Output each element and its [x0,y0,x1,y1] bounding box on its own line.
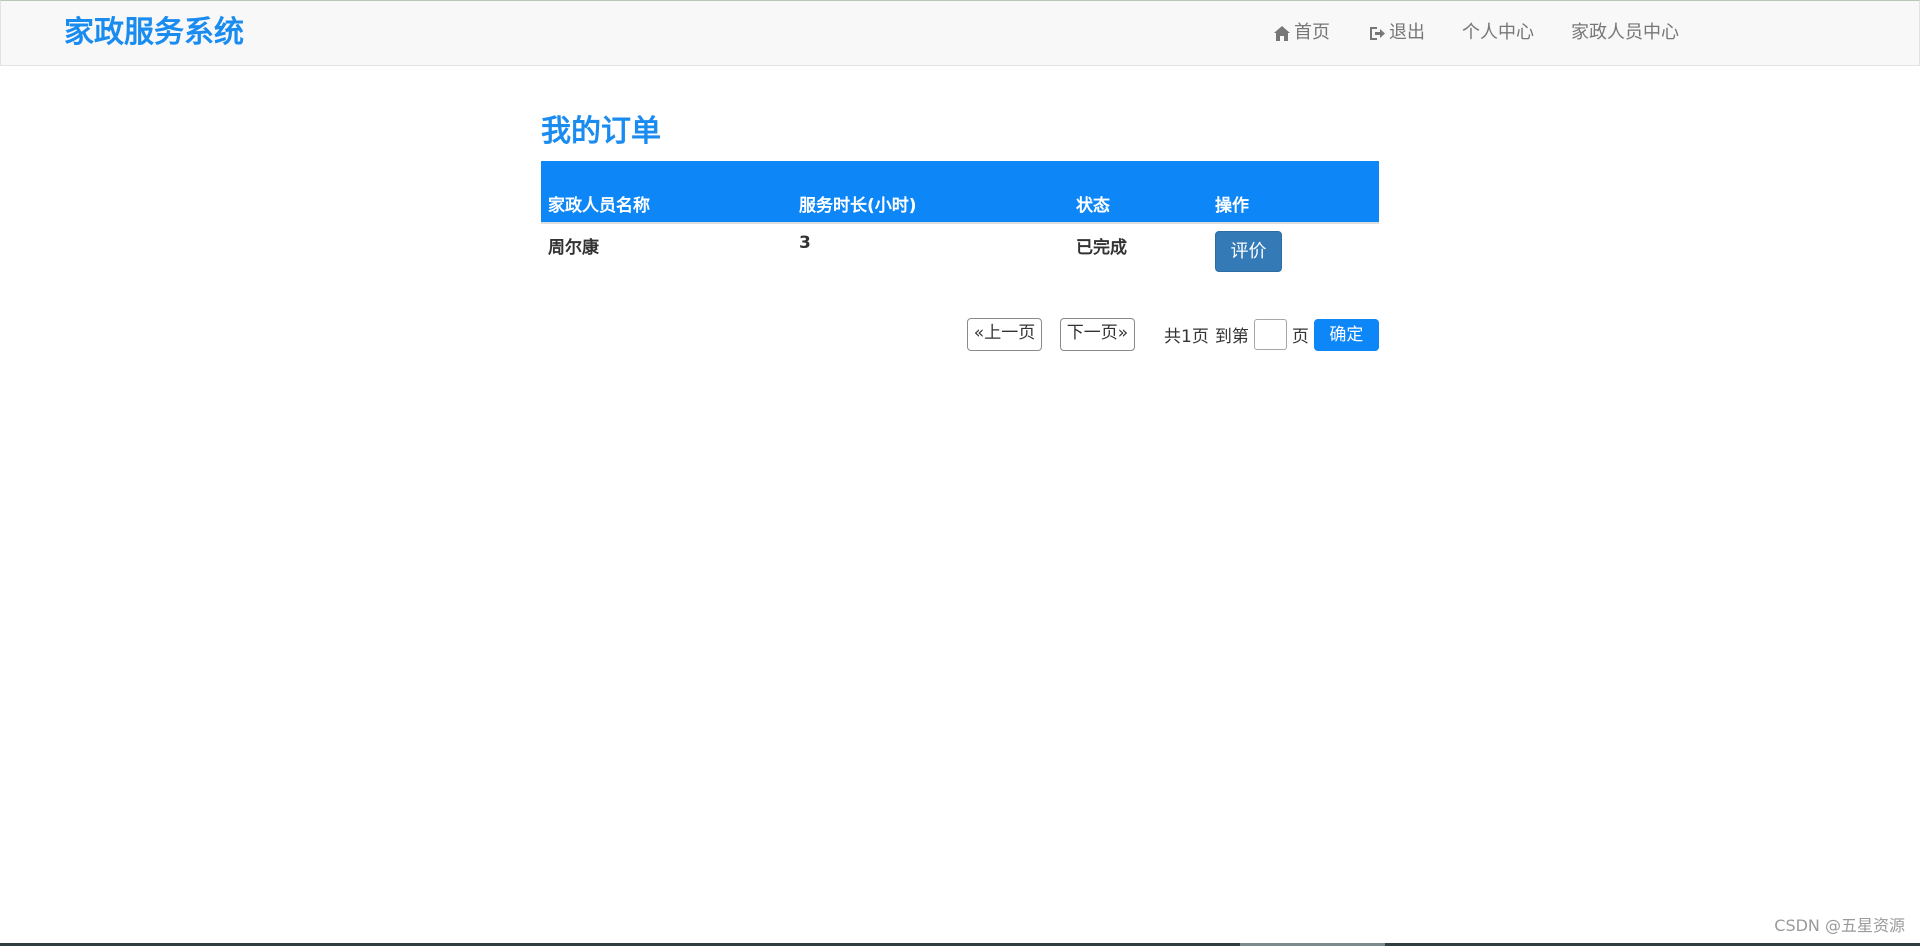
next-page-button[interactable]: 下一页» [1060,318,1135,351]
nav-staff-center-label: 家政人员中心 [1571,22,1679,43]
cell-action: 评价 [1208,223,1379,285]
sign-out-icon [1367,23,1387,43]
table-row: 周尔康 3 已完成 评价 [541,223,1379,285]
nav-home[interactable]: 首页 [1272,21,1330,45]
nav-logout-label: 退出 [1389,22,1425,43]
nav-home-label: 首页 [1294,22,1330,43]
cell-staff-name: 周尔康 [548,238,599,258]
column-header-status: 状态 [1069,161,1208,224]
table-header: 家政人员名称 服务时长(小时) 状态 操作 [541,161,1379,224]
orders-table: 家政人员名称 服务时长(小时) 状态 操作 周尔康 3 已完成 评价 [541,161,1379,285]
page-title: 我的订单 [541,114,661,149]
column-header-action: 操作 [1208,161,1379,224]
top-navbar: 家政服务系统 首页 退出 个人中心 家政人员中心 [0,0,1920,66]
column-header-staff-name: 家政人员名称 [541,161,792,224]
prev-page-button[interactable]: «上一页 [967,318,1042,351]
watermark: CSDN @五星资源 [1774,916,1905,935]
nav-logout[interactable]: 退出 [1367,21,1425,45]
pagination: «上一页 下一页» 共1页 到第 页 确定 [967,317,1379,352]
nav-personal-center-label: 个人中心 [1462,22,1534,43]
cell-status: 已完成 [1076,238,1127,258]
home-icon [1272,23,1292,43]
confirm-page-button[interactable]: 确定 [1313,318,1379,351]
cell-service-hours: 3 [799,233,811,253]
column-header-service-hours: 服务时长(小时) [792,161,1069,224]
nav-personal-center[interactable]: 个人中心 [1462,21,1534,45]
nav-menu: 首页 退出 个人中心 家政人员中心 [1235,1,1679,65]
page-unit-label: 页 [1291,327,1309,347]
goto-page-label: 到第 [1214,327,1249,347]
page-number-input[interactable] [1253,319,1287,350]
nav-staff-center[interactable]: 家政人员中心 [1571,21,1679,45]
brand-logo[interactable]: 家政服务系统 [64,15,244,51]
table-body: 周尔康 3 已完成 评价 [541,223,1379,285]
table-header-row: 家政人员名称 服务时长(小时) 状态 操作 [541,161,1379,224]
rate-button[interactable]: 评价 [1215,231,1282,272]
total-pages-text: 共1页 [1164,327,1209,347]
